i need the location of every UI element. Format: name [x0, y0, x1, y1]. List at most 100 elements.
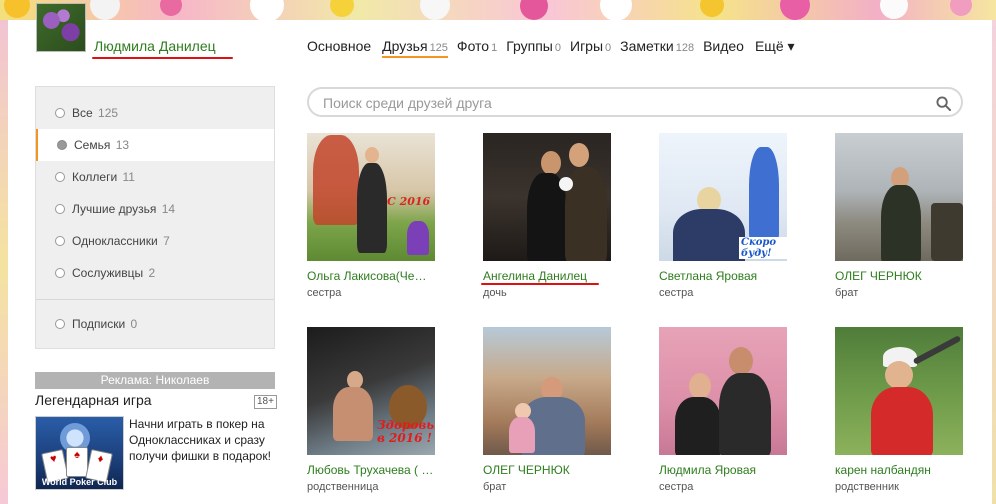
nav-photo[interactable]: Фото 1	[457, 38, 497, 58]
nav-main[interactable]: Основное	[307, 38, 373, 58]
friend-photo[interactable]	[835, 327, 963, 455]
flower-decoration	[250, 0, 284, 20]
nav-label: Игры	[570, 38, 604, 54]
person-head	[365, 147, 379, 163]
person-head	[729, 347, 753, 375]
santa-decoration	[749, 147, 779, 243]
filter-count: 7	[163, 234, 170, 248]
search-icon[interactable]	[936, 96, 951, 111]
friend-relation: дочь	[483, 287, 507, 299]
photo-caption: Скоро буду!	[739, 237, 787, 259]
nav-label: Заметки	[620, 38, 674, 54]
nav-video[interactable]: Видео	[703, 38, 746, 58]
friend-card: Здоровья в 2016 ! Любовь Трухачева ( … р…	[307, 327, 447, 493]
friend-card: Людмила Яровая сестра	[659, 327, 799, 493]
friend-relation: брат	[835, 287, 859, 299]
side-decoration-right	[992, 20, 996, 504]
filter-list: Все 125 Семья 13 Коллеги 11 Лучшие друзь…	[35, 86, 275, 349]
flower-decoration	[330, 0, 354, 17]
profile-name[interactable]: Людмила Данилец	[94, 38, 216, 54]
fence-decoration	[931, 203, 963, 261]
friend-filter-sidebar: Все 125 Семья 13 Коллеги 11 Лучшие друзь…	[35, 86, 275, 349]
ad-brand: World Poker Club	[41, 477, 118, 487]
friend-relation: родственник	[835, 481, 899, 493]
filter-label: Коллеги	[72, 170, 118, 184]
top-nav: Основное Друзья 125 Фото 1 Группы 0 Игры 0 З…	[307, 38, 797, 58]
filter-family[interactable]: Семья 13	[36, 129, 274, 161]
person-figure	[673, 209, 745, 261]
friend-name[interactable]: Ольга Лакисова(Че…	[307, 269, 435, 283]
friend-relation: сестра	[659, 287, 694, 299]
ad-text[interactable]: Начни играть в покер на Одноклассниках и…	[129, 416, 279, 464]
friend-card: ОЛЕГ ЧЕРНЮК брат	[835, 133, 975, 299]
nav-notes[interactable]: Заметки 128	[620, 38, 694, 58]
filter-all[interactable]: Все 125	[36, 97, 274, 129]
filter-count: 0	[130, 317, 138, 331]
friend-card: С 2016 Ольга Лакисова(Че… сестра	[307, 133, 447, 299]
nav-count: 128	[675, 42, 695, 54]
friend-photo[interactable]	[483, 327, 611, 455]
nav-count: 1	[491, 42, 498, 54]
nav-label: Фото	[456, 38, 490, 54]
friend-name[interactable]: Светлана Яровая	[659, 269, 787, 283]
playing-card-icon: ♠	[66, 447, 88, 477]
filter-best-friends[interactable]: Лучшие друзья 14	[36, 193, 274, 225]
friend-name[interactable]: Любовь Трухачева ( …	[307, 463, 435, 477]
photo-caption: Здоровья в 2016 !	[377, 418, 435, 445]
friend-card: Скоро буду! Светлана Яровая сестра	[659, 133, 799, 299]
camera-flash	[559, 177, 573, 191]
radio-icon	[55, 172, 65, 182]
ad-title[interactable]: Легендарная игра	[35, 392, 152, 408]
friend-name[interactable]: Людмила Яровая	[659, 463, 787, 477]
friend-name[interactable]: ОЛЕГ ЧЕРНЮК	[835, 269, 963, 283]
friend-photo[interactable]	[483, 133, 611, 261]
flower-decoration	[700, 0, 724, 17]
friend-card: Ангелина Данилец дочь	[483, 133, 623, 299]
bat-decoration	[912, 335, 962, 365]
child-figure	[509, 417, 535, 453]
friend-photo[interactable]: Здоровья в 2016 !	[307, 327, 435, 455]
friend-photo[interactable]	[659, 327, 787, 455]
person-figure	[333, 387, 373, 441]
friend-name[interactable]: ОЛЕГ ЧЕРНЮК	[483, 463, 611, 477]
radio-icon	[57, 140, 67, 150]
filter-label: Подписки	[72, 317, 126, 331]
friend-name[interactable]: карен налбандян	[835, 463, 963, 477]
search-input[interactable]	[323, 93, 923, 113]
nav-groups[interactable]: Группы 0	[506, 38, 561, 58]
friend-search	[307, 87, 963, 117]
nav-count: 125	[429, 42, 448, 54]
filter-label: Семья	[74, 138, 111, 152]
tree-decoration	[313, 135, 359, 225]
friend-photo[interactable]: Скоро буду!	[659, 133, 787, 261]
person-head	[541, 151, 561, 175]
filter-label: Лучшие друзья	[72, 202, 157, 216]
ad-image[interactable]: ♥ ♠ ♦ World Poker Club	[35, 416, 124, 490]
flower-banner	[0, 0, 996, 20]
nav-label: Основное	[307, 38, 372, 54]
filter-coworkers[interactable]: Сослуживцы 2	[36, 257, 274, 289]
friend-name[interactable]: Ангелина Данилец	[483, 269, 611, 283]
filter-count: 2	[148, 266, 156, 280]
nav-label: Видео	[703, 38, 744, 54]
filter-label: Одноклассники	[72, 234, 158, 248]
friend-relation: родственница	[307, 481, 379, 493]
ad-header: Реклама: Николаев	[35, 372, 275, 389]
radio-icon	[55, 204, 65, 214]
filter-colleagues[interactable]: Коллеги 11	[36, 161, 274, 193]
filter-classmates[interactable]: Одноклассники 7	[36, 225, 274, 257]
friend-photo[interactable]	[835, 133, 963, 261]
nav-friends[interactable]: Друзья 125	[382, 38, 448, 58]
red-underline-annotation	[92, 57, 233, 59]
friend-relation: брат	[483, 481, 507, 493]
flower-decoration	[420, 0, 450, 20]
friend-photo[interactable]: С 2016	[307, 133, 435, 261]
filter-subscriptions[interactable]: Подписки 0	[36, 308, 274, 340]
nav-games[interactable]: Игры 0	[570, 38, 611, 58]
person-figure	[881, 185, 921, 261]
avatar[interactable]	[36, 3, 86, 52]
flower-decoration	[4, 0, 30, 18]
flower-decoration	[600, 0, 632, 20]
person-figure	[871, 387, 933, 455]
nav-more[interactable]: Ещё ▾	[755, 38, 797, 58]
